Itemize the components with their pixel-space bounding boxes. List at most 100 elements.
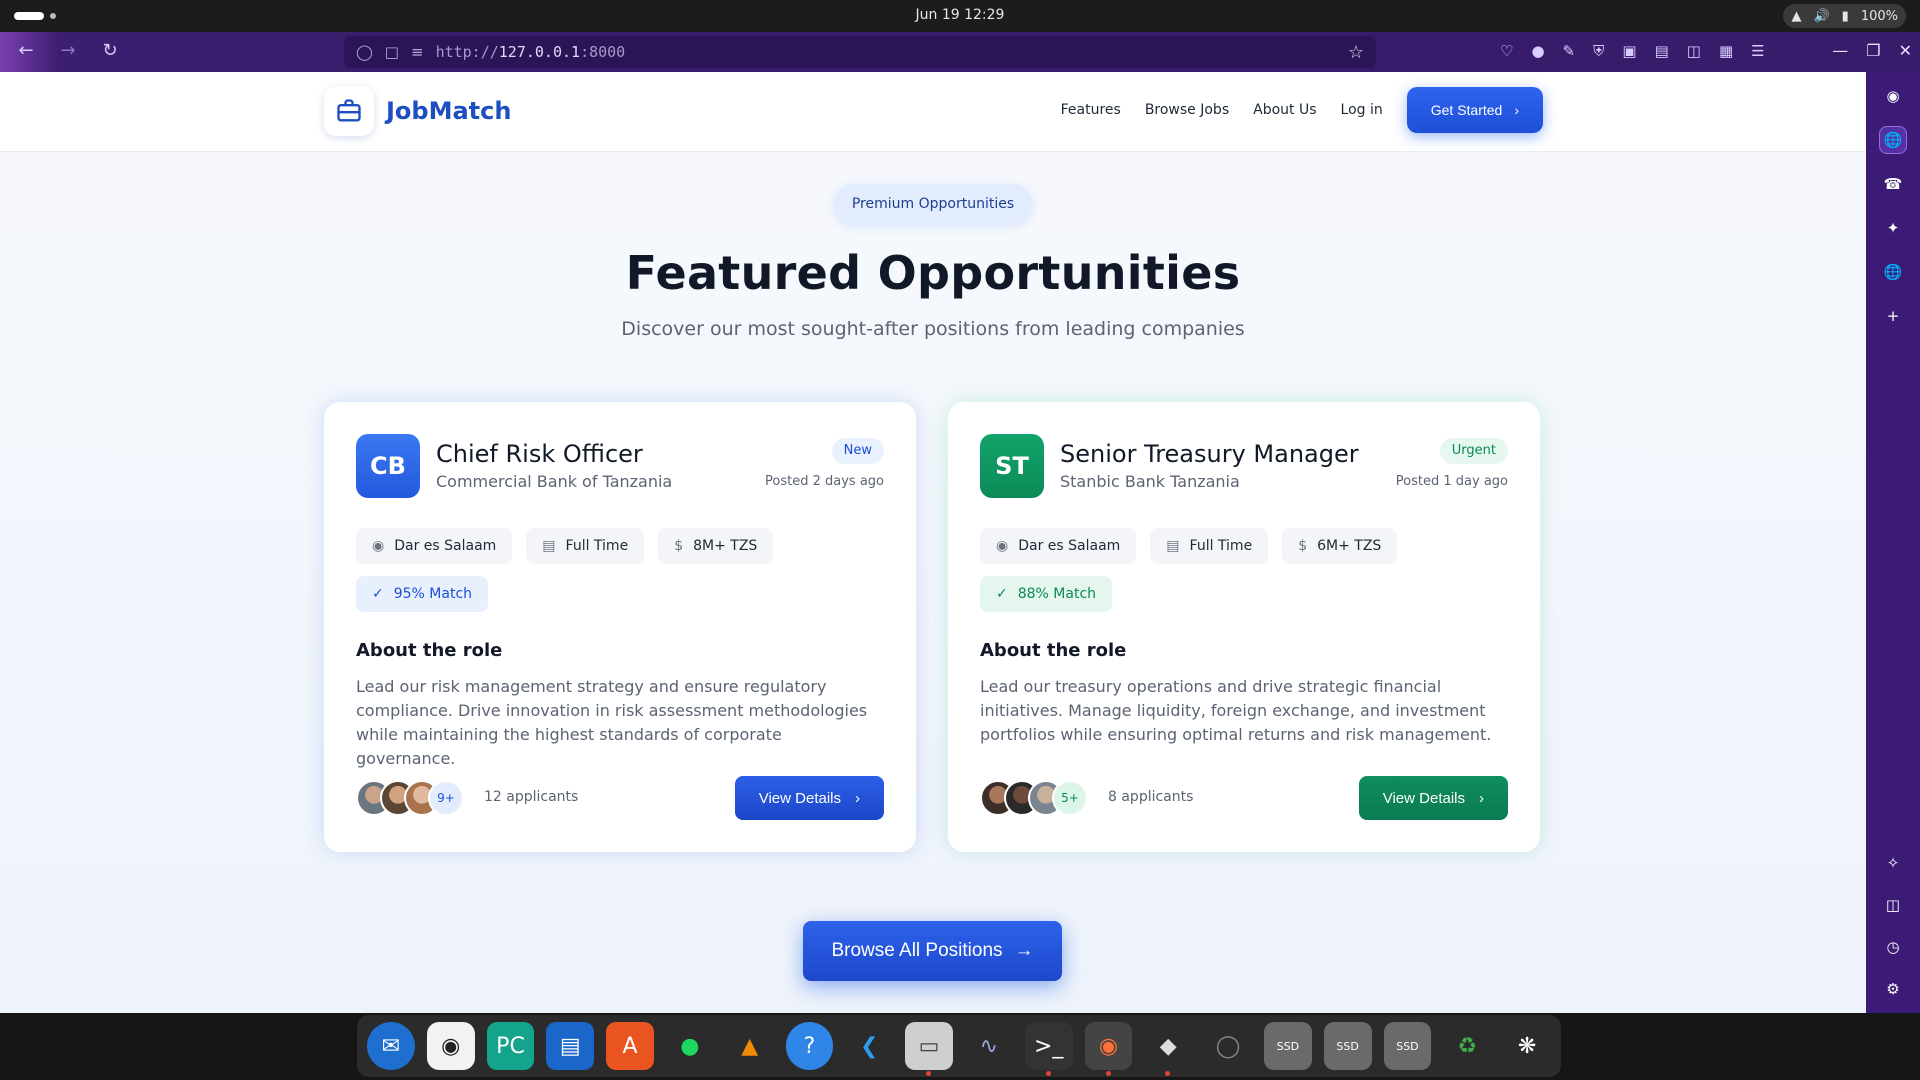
menu-icon[interactable]: ☰ [1751,42,1764,60]
dollar-icon: $ [1298,538,1308,554]
dollar-icon: $ [674,538,684,554]
map-pin-icon: ◉ [996,538,1009,554]
briefcase-icon: ▤ [542,538,556,554]
sidebar-add-icon[interactable]: + [1879,302,1907,330]
ublock-icon[interactable]: ⛨ [1593,42,1604,60]
clock[interactable]: Jun 19 12:29 [0,7,1920,23]
show-apps-icon[interactable]: ❋ [1503,1022,1551,1070]
files-icon[interactable]: ▭ [905,1022,953,1076]
briefcase-icon: ▤ [1166,538,1180,554]
address-bar[interactable]: ◯ □ ≡ http://127.0.0.1:8000 ☆ [344,36,1376,68]
ssd-drive-icon[interactable]: SSD [1323,1022,1372,1070]
browser-sidebar: ◉ 🌐 ☎ ✦ 🌐 + ✧ ◫ ◷ ⚙ [1866,72,1920,1013]
sidebar-history-icon[interactable]: ◷ [1879,933,1907,961]
minimize-icon[interactable]: — [1832,41,1848,60]
browse-all-positions-button[interactable]: Browse All Positions → [803,921,1062,981]
os-top-bar: Jun 19 12:29 ▲ 🔊 ▮ 100% [0,0,1920,32]
rhythmbox-icon[interactable]: ◉ [426,1022,475,1070]
disk-utility-icon[interactable]: ◯ [1204,1022,1252,1070]
applicant-avatars: 5+ [980,780,1088,816]
system-tray[interactable]: ▲ 🔊 ▮ 100% [1783,4,1906,28]
pycharm-icon[interactable]: PC [486,1022,535,1070]
about-text: Lead our treasury operations and drive s… [980,677,1492,744]
briefcase-icon [324,86,374,136]
sidebar-sparkle-icon[interactable]: ✧ [1879,849,1907,877]
match-badge: ✓ 95% Match [356,576,489,612]
back-icon[interactable]: ← [14,40,38,61]
ssd-drive-icon[interactable]: SSD [1383,1022,1432,1070]
page-subtitle: Discover our most sought-after positions… [621,318,1245,340]
posted-date: Posted 1 day ago [1395,474,1508,489]
job-type-chip: ▤ Full Time [1150,528,1269,564]
nav-log-in[interactable]: Log in [1341,102,1383,118]
map-pin-icon: ◉ [372,538,385,554]
sidebar-bluesky-icon[interactable]: ✦ [1879,214,1907,242]
trash-icon[interactable]: ♻ [1443,1022,1491,1070]
ssd-drive-icon[interactable]: SSD [1263,1022,1312,1070]
vlc-icon[interactable]: ▲ [726,1022,774,1070]
get-started-label: Get Started [1430,102,1503,118]
sidebar-ai-icon[interactable]: ◉ [1879,82,1907,110]
shield-icon[interactable]: ◯ [356,43,373,61]
get-started-button[interactable]: Get Started › [1406,87,1543,133]
applicant-count: 8 applicants [1108,789,1194,805]
forward-icon[interactable]: → [56,40,80,61]
more-applicants-badge: 9+ [428,780,464,816]
account-icon[interactable]: ● [1531,42,1544,60]
page-title: Featured Opportunities [625,246,1241,300]
extensions-icon[interactable]: ✎ [1563,42,1576,60]
status-badge: New [831,438,884,464]
permissions-icon[interactable]: ≡ [411,43,424,61]
about-text: Lead our risk management strategy and en… [356,677,868,768]
system-monitor-icon[interactable]: ∿ [965,1022,1013,1070]
thunderbird-icon[interactable]: ✉ [367,1022,415,1070]
help-icon[interactable]: ? [785,1022,834,1070]
chevron-right-icon: › [855,789,860,807]
premium-badge: Premium Opportunities [833,184,1033,224]
translate-icon[interactable]: ▦ [1719,42,1733,60]
writer-icon[interactable]: ▤ [546,1022,595,1070]
dock: ✉ ◉ PC ▤ A ● ▲ ? ❮ ▭ ∿ >_ ◉ ◆ ◯ SSD SSD … [357,1015,1561,1077]
job-title[interactable]: Senior Treasury Manager [1060,440,1359,468]
job-cards: CB Chief Risk Officer Commercial Bank of… [324,402,1541,852]
company-name: Commercial Bank of Tanzania [436,472,673,491]
app-center-icon[interactable]: A [606,1022,654,1070]
container-icon[interactable]: ▣ [1622,42,1636,60]
spotify-icon[interactable]: ● [666,1022,714,1070]
reader-icon[interactable]: ▤ [1655,42,1669,60]
close-icon[interactable]: ✕ [1899,41,1912,60]
wifi-icon: ▲ [1791,8,1802,24]
sidebar-toggle-icon[interactable]: ◫ [1687,42,1701,60]
battery-level: 100% [1860,8,1898,24]
reload-icon[interactable]: ↻ [98,40,122,61]
check-circle-icon: ✓ [372,586,384,602]
brand-logo[interactable]: JobMatch [324,86,511,136]
brand-name: JobMatch [386,97,512,125]
view-details-button[interactable]: View Details › [1358,776,1508,820]
sidebar-settings-icon[interactable]: ⚙ [1879,975,1907,1003]
about-heading: About the role [356,640,503,661]
status-badge: Urgent [1439,438,1508,464]
bookmark-star-icon[interactable]: ☆ [1348,42,1364,63]
firefox-icon[interactable]: ◉ [1084,1022,1133,1076]
nav-about-us[interactable]: About Us [1253,102,1316,118]
job-title[interactable]: Chief Risk Officer [436,440,643,468]
url-text[interactable]: http://127.0.0.1:8000 [436,43,626,61]
nav-browse-jobs[interactable]: Browse Jobs [1145,102,1229,118]
vscode-icon[interactable]: ❮ [845,1022,893,1070]
applicant-avatars: 9+ [356,780,464,816]
sidebar-whatsapp-icon[interactable]: ☎ [1879,170,1907,198]
terminal-icon[interactable]: >_ [1024,1022,1073,1076]
unity-icon[interactable]: ◆ [1144,1022,1192,1076]
pocket-icon[interactable]: ♡ [1500,42,1513,60]
page-viewport: JobMatch Features Browse Jobs About Us L… [0,72,1866,1013]
view-details-button[interactable]: View Details › [734,776,884,820]
sidebar-web-icon[interactable]: 🌐 [1879,126,1907,154]
nav-features[interactable]: Features [1061,102,1121,118]
more-applicants-badge: 5+ [1052,780,1088,816]
location-chip: ◉ Dar es Salaam [980,528,1137,564]
restore-icon[interactable]: ❐ [1866,41,1880,60]
posted-date: Posted 2 days ago [765,474,884,489]
sidebar-globe-icon[interactable]: 🌐 [1879,258,1907,286]
sidebar-tabs-icon[interactable]: ◫ [1879,891,1907,919]
